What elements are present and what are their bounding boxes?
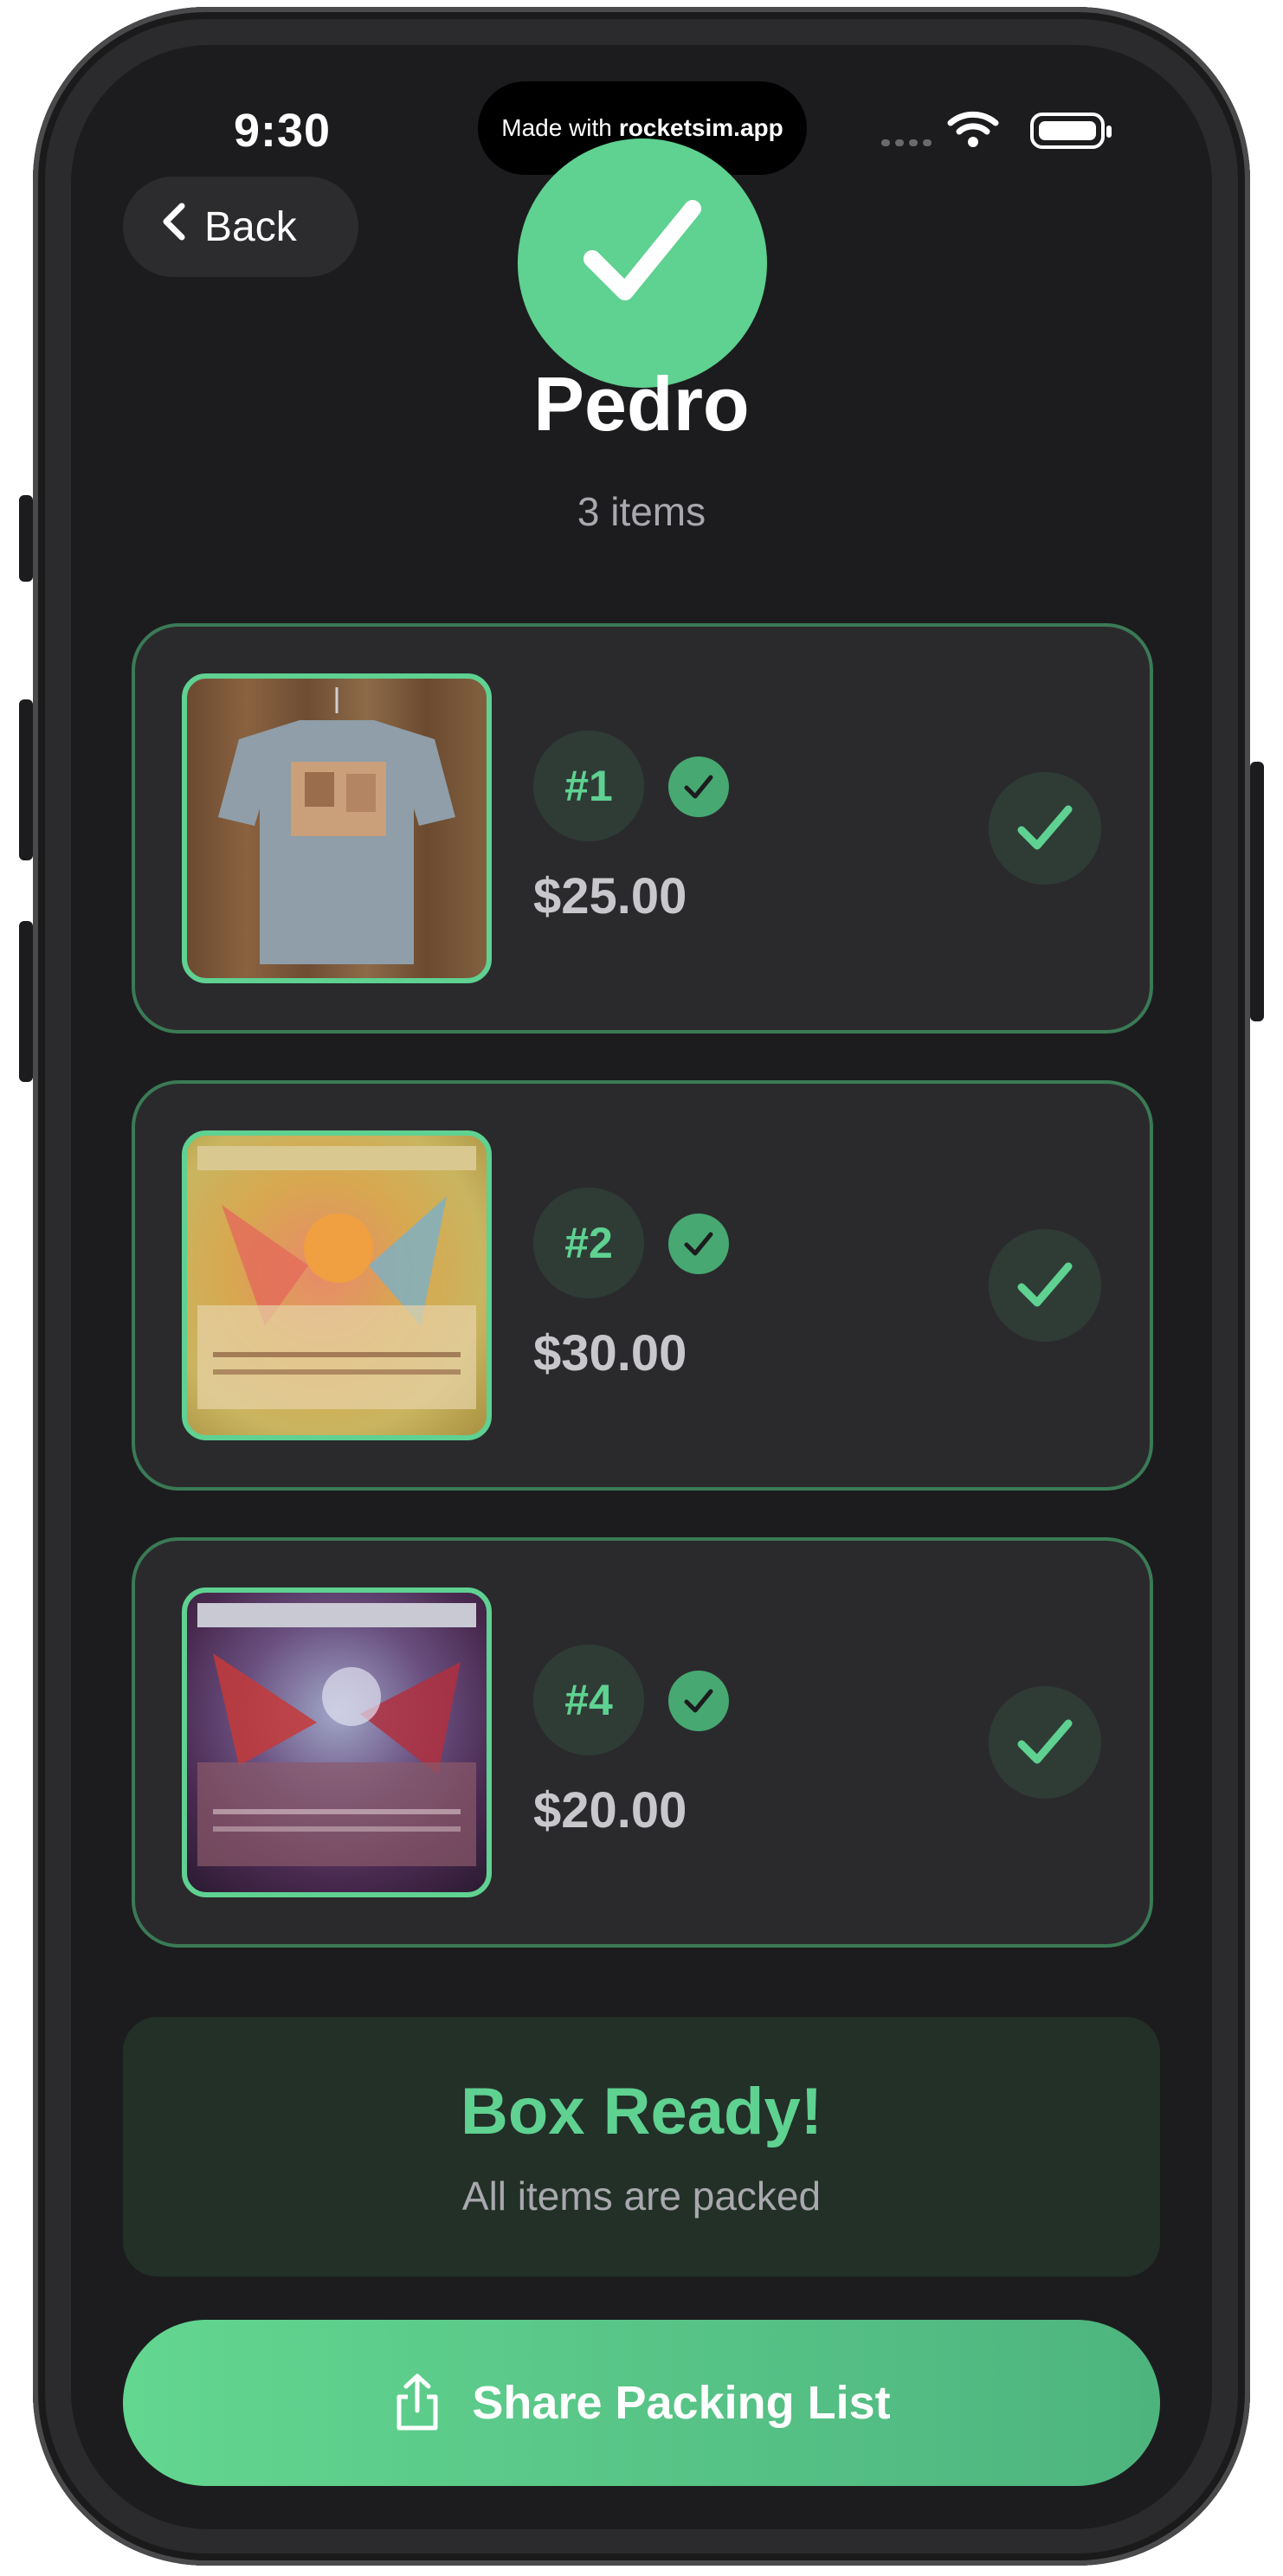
item-thumbnail: [182, 1587, 492, 1897]
battery-icon: [1030, 113, 1112, 149]
action-button: [19, 495, 33, 582]
box-ready-title: Box Ready!: [460, 2075, 823, 2148]
packed-check-icon[interactable]: [989, 1229, 1101, 1342]
item-thumbnail: [182, 673, 492, 983]
back-button[interactable]: Back: [123, 177, 358, 277]
packed-check-icon[interactable]: [989, 772, 1101, 885]
item-card[interactable]: #1 $25.00: [132, 623, 1153, 1034]
box-ready-banner: Box Ready! All items are packed: [123, 2017, 1160, 2277]
success-check-icon: [518, 138, 767, 388]
item-number-badge: #4: [533, 1645, 644, 1755]
item-card[interactable]: #4 $20.00: [132, 1537, 1153, 1948]
island-prefix: Made with: [501, 114, 612, 141]
item-number-badge: #1: [533, 731, 644, 841]
share-packing-list-button[interactable]: Share Packing List: [123, 2320, 1160, 2486]
share-label: Share Packing List: [472, 2377, 891, 2429]
power-button: [1250, 762, 1264, 1021]
volume-up-button: [19, 699, 33, 860]
screen: 9:30 Made with rocketsim.app Back Pedro …: [71, 45, 1212, 2529]
checkmark-icon: [668, 757, 729, 817]
packed-check-icon[interactable]: [989, 1686, 1101, 1799]
page-title: Pedro: [533, 361, 750, 447]
checkmark-icon: [668, 1671, 729, 1731]
chevron-left-icon: [163, 203, 185, 251]
item-count: 3 items: [577, 489, 706, 534]
wifi-icon: [947, 109, 999, 153]
checkmark-icon: [668, 1214, 729, 1274]
item-card[interactable]: #2 $30.00: [132, 1080, 1153, 1491]
share-icon: [392, 2373, 442, 2433]
status-time: 9:30: [234, 105, 332, 157]
item-price: $30.00: [533, 1325, 687, 1381]
back-label: Back: [204, 203, 297, 250]
item-price: $25.00: [533, 868, 687, 924]
item-number-badge: #2: [533, 1188, 644, 1298]
signal-dots-icon: [881, 135, 938, 146]
box-ready-subtitle: All items are packed: [461, 2174, 822, 2219]
item-thumbnail: [182, 1130, 492, 1440]
volume-down-button: [19, 921, 33, 1082]
item-price: $20.00: [533, 1782, 687, 1839]
